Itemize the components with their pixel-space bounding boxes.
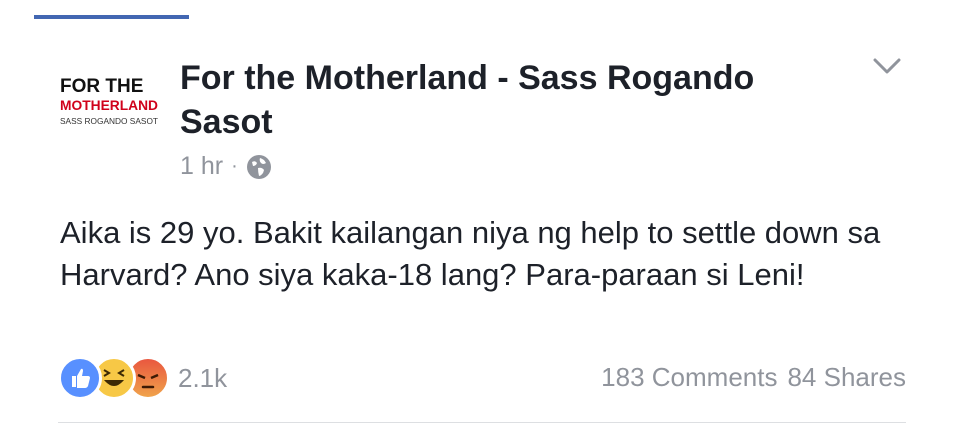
like-reaction-icon	[58, 356, 102, 400]
page-name-link[interactable]: For the Motherland - Sass Rogando Sasot	[180, 56, 800, 144]
chevron-down-icon[interactable]	[872, 55, 902, 77]
reaction-summary[interactable]: 2.1k	[58, 356, 227, 400]
divider	[58, 422, 906, 423]
post-timestamp[interactable]: 1 hr	[180, 152, 223, 181]
page-avatar[interactable]: FOR THE MOTHERLAND SASS ROGANDO SASOT	[58, 72, 162, 128]
svg-text:SASS ROGANDO SASOT: SASS ROGANDO SASOT	[60, 117, 158, 126]
svg-text:FOR THE: FOR THE	[60, 76, 143, 97]
comments-count-link[interactable]: 183 Comments	[601, 362, 777, 393]
post-body-text: Aika is 29 yo. Bakit kailangan niya ng h…	[60, 215, 881, 292]
tab-indicator	[34, 15, 189, 19]
shares-count-link[interactable]: 84 Shares	[787, 362, 906, 393]
page-logo: FOR THE MOTHERLAND SASS ROGANDO SASOT	[60, 76, 158, 126]
post-meta: 1 hr ·	[180, 152, 272, 181]
engagement-stats: 183 Comments 84 Shares	[601, 362, 906, 393]
meta-separator: ·	[231, 155, 238, 177]
reaction-count: 2.1k	[178, 362, 228, 393]
globe-icon[interactable]	[246, 154, 272, 180]
svg-text:MOTHERLAND: MOTHERLAND	[60, 97, 158, 113]
